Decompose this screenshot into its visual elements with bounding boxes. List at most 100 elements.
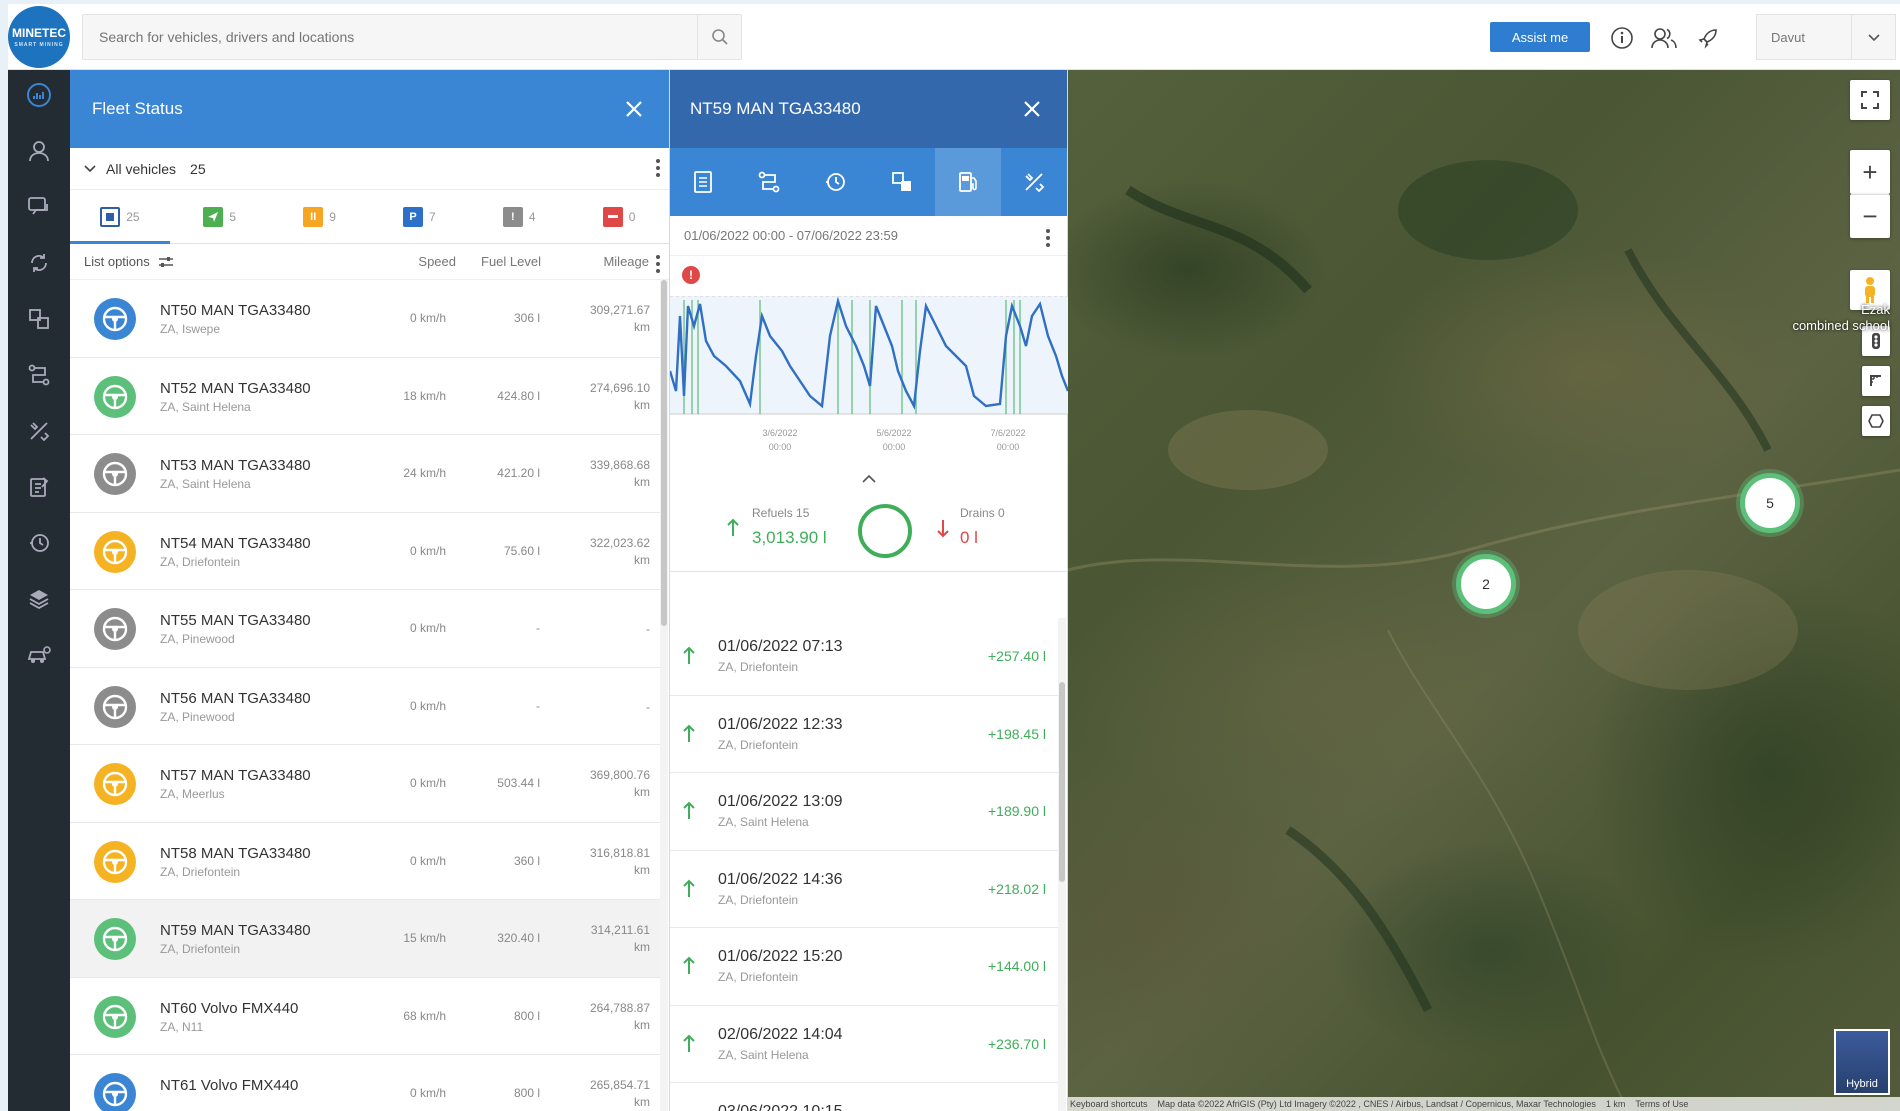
refuel-event-row[interactable]: 01/06/2022 12:33 ZA, Driefontein +198.45… — [670, 696, 1058, 773]
dashboard-icon[interactable] — [8, 70, 70, 120]
list-options-label: List options — [84, 254, 150, 269]
vehicle-list-scrollbar[interactable] — [660, 280, 668, 1111]
refuel-event-list: 01/06/2022 07:13 ZA, Driefontein +257.40… — [670, 618, 1058, 1111]
history-icon[interactable] — [8, 518, 70, 568]
tab-fuel[interactable] — [934, 148, 1001, 216]
chevron-down-icon[interactable] — [1851, 15, 1895, 59]
vehicle-row[interactable]: NT57 MAN TGA33480 ZA, Meerlus 0 km/h 503… — [70, 745, 660, 823]
event-time: 03/06/2022 10:15 — [718, 1103, 843, 1111]
satellite-map[interactable]: + − Ezak combined school 2 5 Hybrid Keyb… — [1068, 70, 1900, 1111]
user-dropdown[interactable]: Davut — [1756, 14, 1896, 60]
vehicle-speed: 24 km/h — [403, 466, 446, 480]
search-input[interactable] — [83, 15, 683, 59]
vehicle-row[interactable]: NT61 Volvo FMX440 0 km/h 800 l 265,854.7… — [70, 1055, 660, 1111]
tab-count: 7 — [429, 209, 436, 224]
tab-parked[interactable]: P 7 — [369, 190, 469, 243]
reports-icon[interactable] — [8, 462, 70, 512]
tab-all-status[interactable]: 25 — [70, 190, 170, 244]
vehicle-fuel-level: - — [536, 621, 540, 635]
more-options-icon[interactable] — [655, 159, 661, 177]
vehicle-row[interactable]: NT58 MAN TGA33480 ZA, Driefontein 0 km/h… — [70, 823, 660, 900]
mileage-unit: km — [634, 785, 650, 799]
refuel-event-row[interactable]: 01/06/2022 07:13 ZA, Driefontein +257.40… — [670, 618, 1058, 696]
routes-icon[interactable] — [8, 350, 70, 400]
tab-routes[interactable] — [736, 148, 802, 216]
column-speed[interactable]: Speed — [418, 254, 456, 269]
mileage-value: 369,800.76 — [589, 768, 650, 782]
minetec-logo[interactable]: MINETEC SMART MINING — [8, 6, 70, 68]
search-box — [82, 14, 742, 60]
driver-icon[interactable] — [8, 126, 70, 176]
vehicle-group-selector[interactable]: All vehicles 25 — [70, 148, 669, 190]
keyboard-shortcuts-link[interactable]: Keyboard shortcuts — [1070, 1099, 1148, 1109]
vehicle-row[interactable]: NT55 MAN TGA33480 ZA, Pinewood 0 km/h - … — [70, 590, 660, 668]
search-icon[interactable] — [697, 15, 741, 59]
steering-wheel-icon — [94, 840, 136, 883]
users-icon[interactable] — [1650, 24, 1678, 52]
vehicle-settings-icon[interactable] — [8, 630, 70, 680]
vehicle-fuel-level: 503.44 l — [497, 776, 540, 790]
vehicle-row[interactable]: NT56 MAN TGA33480 ZA, Pinewood 0 km/h - … — [70, 668, 660, 745]
tab-details[interactable] — [670, 148, 736, 216]
tab-offline[interactable]: 0 — [569, 190, 669, 243]
event-list-scrollbar[interactable] — [1058, 618, 1066, 1111]
map-data-credit: Map data ©2022 AfriGIS (Pty) Ltd Imagery… — [1157, 1099, 1596, 1109]
maintenance-icon[interactable] — [8, 406, 70, 456]
close-icon[interactable] — [1019, 96, 1045, 122]
vehicle-row[interactable]: NT53 MAN TGA33480 ZA, Saint Helena 24 km… — [70, 435, 660, 513]
vehicle-row[interactable]: NT60 Volvo FMX440 ZA, N11 68 km/h 800 l … — [70, 978, 660, 1055]
column-mileage[interactable]: Mileage — [603, 254, 649, 269]
vehicle-row[interactable]: NT54 MAN TGA33480 ZA, Driefontein 0 km/h… — [70, 513, 660, 590]
scrollbar-thumb[interactable] — [1059, 682, 1065, 882]
vehicle-cluster-marker[interactable]: 2 — [1456, 554, 1516, 614]
vehicle-row-selected[interactable]: NT59 MAN TGA33480 ZA, Driefontein 15 km/… — [70, 900, 660, 978]
collapse-chart-button[interactable] — [670, 466, 1067, 492]
tab-maintenance[interactable] — [1001, 148, 1067, 216]
date-range-text: 01/06/2022 00:00 - 07/06/2022 23:59 — [684, 228, 898, 243]
traffic-light-icon — [1872, 333, 1880, 349]
close-icon[interactable] — [621, 96, 647, 122]
measure-button[interactable] — [1862, 366, 1890, 396]
vehicle-row[interactable]: NT50 MAN TGA33480 ZA, Iswepe 0 km/h 306 … — [70, 280, 660, 358]
alert-icon[interactable]: ! — [682, 266, 700, 284]
refuel-event-row[interactable]: 01/06/2022 15:20 ZA, Driefontein +144.00… — [670, 928, 1058, 1006]
refuel-event-row[interactable]: 01/06/2022 13:09 ZA, Saint Helena +189.9… — [670, 773, 1058, 851]
tab-geofences[interactable] — [869, 148, 935, 216]
event-location: ZA, Driefontein — [718, 892, 799, 907]
map-type-hybrid-button[interactable]: Hybrid — [1834, 1029, 1890, 1095]
moving-status-icon — [203, 206, 224, 227]
fullscreen-button[interactable] — [1850, 80, 1890, 120]
refuel-event-row[interactable]: 01/06/2022 14:36 ZA, Driefontein +218.02… — [670, 851, 1058, 928]
refuel-event-row[interactable]: 03/06/2022 10:15 — [670, 1083, 1058, 1111]
vehicle-detail-panel: NT59 MAN TGA33480 01/06/2022 00:00 - 07/… — [670, 70, 1068, 1111]
tab-moving[interactable]: 5 — [170, 190, 270, 243]
column-fuel-level[interactable]: Fuel Level — [481, 254, 541, 269]
list-options-button[interactable]: List options — [84, 254, 174, 269]
tab-history[interactable] — [802, 148, 868, 216]
vehicle-row[interactable]: NT52 MAN TGA33480 ZA, Saint Helena 18 km… — [70, 358, 660, 435]
tab-warning[interactable]: ! 4 — [469, 190, 569, 243]
column-options-icon[interactable] — [655, 255, 661, 273]
fuel-ring-indicator — [858, 504, 912, 558]
vehicle-speed: 15 km/h — [403, 931, 446, 945]
refresh-icon[interactable] — [8, 238, 70, 288]
messages-icon[interactable] — [8, 182, 70, 232]
layers-icon[interactable] — [8, 574, 70, 624]
terms-of-use-link[interactable]: Terms of Use — [1635, 1099, 1688, 1109]
scrollbar-thumb[interactable] — [661, 280, 667, 626]
info-icon[interactable] — [1608, 24, 1636, 52]
geofence-icon[interactable] — [8, 294, 70, 344]
tab-idle[interactable]: II 9 — [270, 190, 370, 243]
rocket-icon[interactable] — [1694, 24, 1722, 52]
zoom-out-button[interactable]: − — [1850, 194, 1890, 238]
draw-shape-button[interactable] — [1862, 406, 1890, 436]
date-range-picker[interactable]: 01/06/2022 00:00 - 07/06/2022 23:59 — [670, 216, 1067, 256]
assist-me-button[interactable]: Assist me — [1490, 22, 1590, 52]
fleet-status-title: Fleet Status — [92, 99, 183, 118]
refuel-event-row[interactable]: 02/06/2022 14:04 ZA, Saint Helena +236.7… — [670, 1006, 1058, 1083]
zoom-in-button[interactable]: + — [1850, 150, 1890, 194]
parked-status-icon: P — [403, 206, 424, 227]
vehicle-cluster-marker[interactable]: 5 — [1740, 473, 1800, 533]
chevron-down-icon[interactable] — [84, 163, 96, 175]
more-options-icon[interactable] — [1045, 229, 1051, 247]
